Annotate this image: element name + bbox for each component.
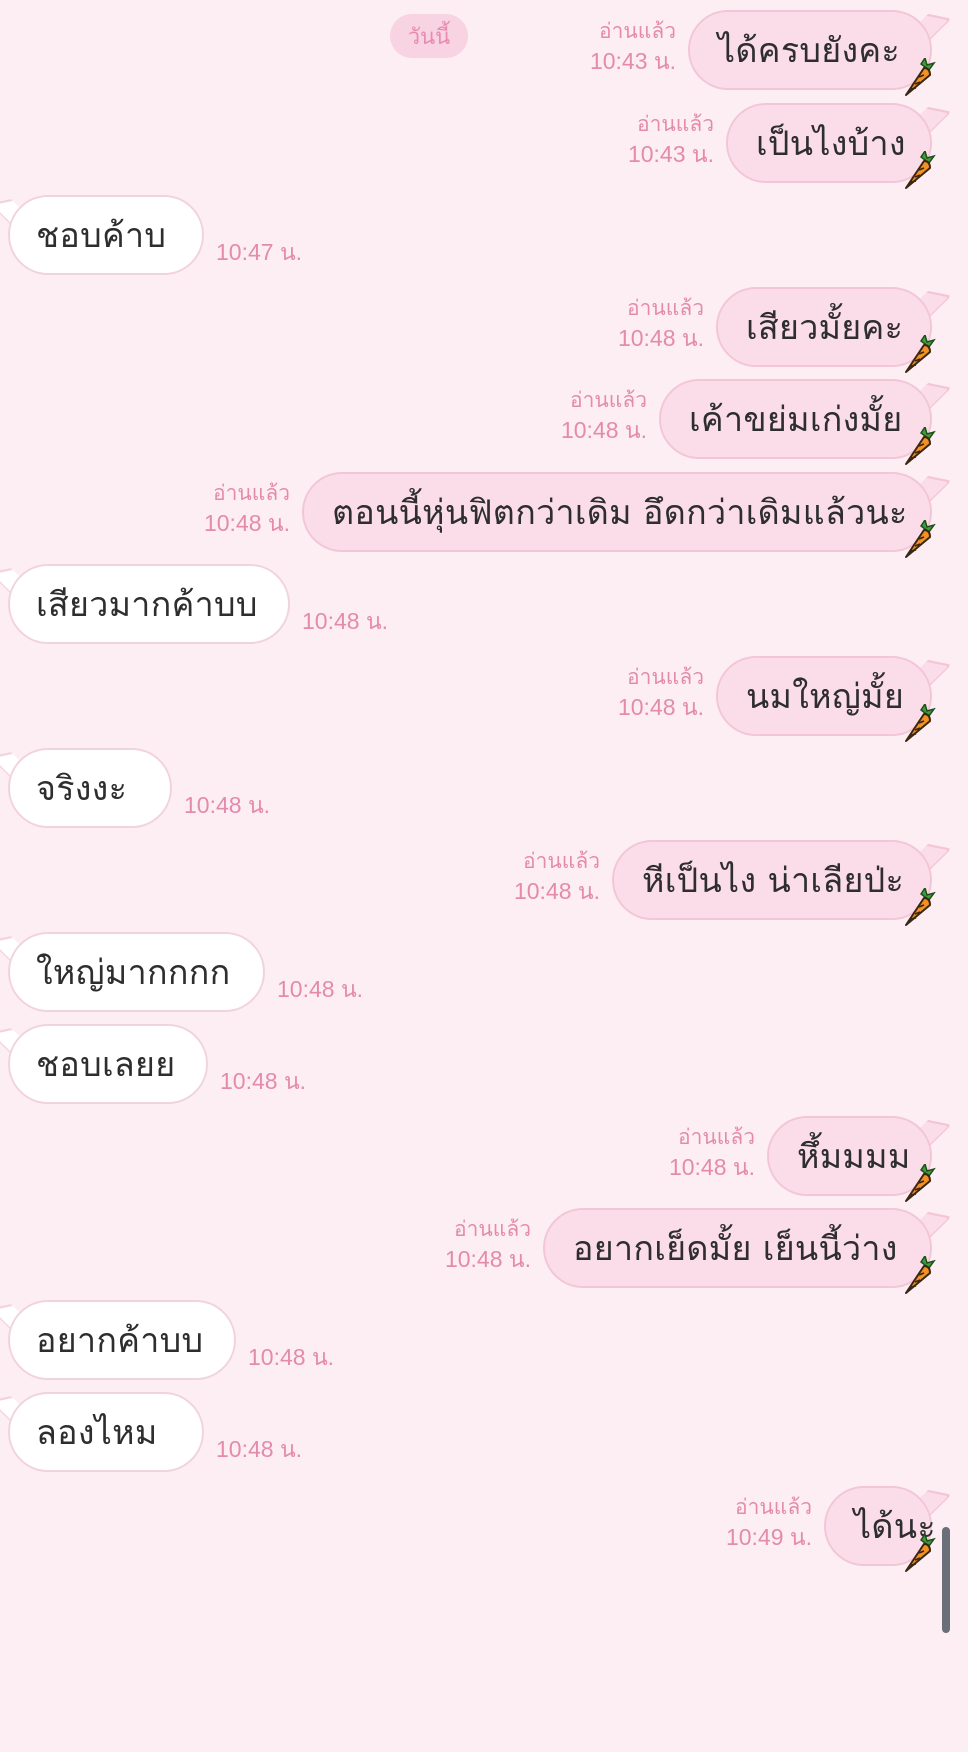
outgoing-message-bubble[interactable]: ตอนนี้หุ่นฟิตกว่าเดิม อึดกว่าเดิมแล้วนะ: [302, 472, 936, 558]
incoming-message-bubble[interactable]: อยากค้าบบ: [8, 1300, 236, 1380]
message-text: เสียวมั้ยคะ: [746, 308, 904, 348]
message-meta: อ่านแล้ว 10:48 น.: [561, 387, 647, 445]
incoming-message-bubble[interactable]: ใหญ่มากกกก: [8, 932, 265, 1012]
outgoing-message-bubble[interactable]: อยากเย็ดมั้ย เย็นนี้ว่าง: [543, 1208, 936, 1294]
message-timestamp: 10:48 น.: [513, 878, 600, 904]
message-timestamp: 10:48 น.: [203, 510, 290, 536]
read-receipt: อ่านแล้ว: [735, 1496, 812, 1519]
carrot-icon: [905, 1534, 936, 1572]
message-text: เค้าขย่มเก่งมั้ย: [689, 400, 903, 440]
outgoing-message-bubble[interactable]: เค้าขย่มเก่งมั้ย: [659, 379, 936, 465]
message-text: ตอนนี้หุ่นฟิตกว่าเดิม อึดกว่าเดิมแล้วนะ: [332, 493, 908, 533]
read-receipt: อ่านแล้ว: [570, 389, 647, 412]
outgoing-message-bubble[interactable]: ได้นะ: [824, 1486, 936, 1572]
message-timestamp: 10:48 น.: [444, 1246, 531, 1272]
message-timestamp: 10:48 น.: [184, 792, 271, 818]
message-text: จริงงะ: [36, 769, 128, 809]
message-timestamp: 10:48 น.: [248, 1344, 335, 1370]
message-meta: อ่านแล้ว 10:48 น.: [204, 480, 290, 538]
message-meta: อ่านแล้ว 10:43 น.: [590, 18, 676, 76]
message-timestamp: 10:48 น.: [220, 1068, 307, 1094]
message-text: ชอบเลยย: [36, 1045, 176, 1085]
read-receipt: อ่านแล้ว: [627, 666, 704, 689]
message-timestamp: 10:48 น.: [277, 976, 364, 1002]
read-receipt: อ่านแล้ว: [637, 113, 714, 136]
carrot-icon: [905, 427, 936, 465]
message-meta: อ่านแล้ว 10:43 น.: [628, 111, 714, 169]
carrot-icon: [905, 520, 936, 558]
carrot-icon: [905, 58, 936, 96]
message-text: ได้ครบยังคะ: [718, 31, 900, 71]
read-receipt: อ่านแล้ว: [678, 1126, 755, 1149]
message-timestamp: 10:48 น.: [216, 1436, 303, 1462]
scrollbar[interactable]: [942, 1527, 950, 1633]
message-text: หีเป็นไง น่าเลียป่ะ: [642, 861, 905, 901]
read-receipt: อ่านแล้ว: [454, 1218, 531, 1241]
read-receipt: อ่านแล้ว: [213, 482, 290, 505]
chat-area[interactable]: วันนี้ อ่านแล้ว 10:43 น. ได้ครบยังคะ อ่านแล…: [0, 0, 968, 1752]
incoming-message-bubble[interactable]: จริงงะ: [8, 748, 172, 828]
message-timestamp: 10:49 น.: [725, 1524, 812, 1550]
message-timestamp: 10:43 น.: [589, 48, 676, 74]
incoming-message-bubble[interactable]: เสียวมากค้าบบ: [8, 564, 290, 644]
message-timestamp: 10:43 น.: [627, 141, 714, 167]
outgoing-message-bubble[interactable]: หึ้มมมม: [767, 1116, 936, 1202]
carrot-icon: [905, 888, 936, 926]
read-receipt: อ่านแล้ว: [599, 20, 676, 43]
message-text: ลองไหม: [36, 1413, 158, 1453]
carrot-icon: [905, 704, 936, 742]
outgoing-message-bubble[interactable]: หีเป็นไง น่าเลียป่ะ: [612, 840, 936, 926]
read-receipt: อ่านแล้ว: [627, 297, 704, 320]
message-timestamp: 10:48 น.: [560, 417, 647, 443]
message-meta: อ่านแล้ว 10:49 น.: [726, 1494, 812, 1552]
message-text: ใหญ่มากกกก: [36, 953, 231, 993]
message-text: เป็นไงบ้าง: [756, 124, 906, 164]
carrot-icon: [905, 335, 936, 373]
message-timestamp: 10:48 น.: [617, 694, 704, 720]
outgoing-message-bubble[interactable]: เป็นไงบ้าง: [726, 103, 936, 189]
incoming-message-bubble[interactable]: ชอบเลยย: [8, 1024, 208, 1104]
incoming-message-bubble[interactable]: ชอบค้าบ: [8, 195, 204, 275]
carrot-icon: [905, 151, 936, 189]
message-meta: อ่านแล้ว 10:48 น.: [618, 664, 704, 722]
message-text: หึ้มมมม: [797, 1137, 911, 1177]
message-text: เสียวมากค้าบบ: [36, 585, 258, 625]
message-timestamp: 10:48 น.: [302, 608, 389, 634]
read-receipt: อ่านแล้ว: [523, 850, 600, 873]
message-text: ชอบค้าบ: [36, 216, 167, 256]
incoming-message-bubble[interactable]: ลองไหม: [8, 1392, 204, 1472]
date-divider: วันนี้: [390, 14, 468, 58]
message-timestamp: 10:48 น.: [668, 1154, 755, 1180]
message-text: อยากค้าบบ: [36, 1321, 204, 1361]
carrot-icon: [905, 1256, 936, 1294]
message-meta: อ่านแล้ว 10:48 น.: [514, 848, 600, 906]
outgoing-message-bubble[interactable]: ได้ครบยังคะ: [688, 10, 936, 96]
message-meta: อ่านแล้ว 10:48 น.: [445, 1216, 531, 1274]
carrot-icon: [905, 1164, 936, 1202]
outgoing-message-bubble[interactable]: เสียวมั้ยคะ: [716, 287, 936, 373]
message-meta: อ่านแล้ว 10:48 น.: [618, 295, 704, 353]
message-text: นมใหญ่มั้ย: [746, 677, 905, 717]
message-text: อยากเย็ดมั้ย เย็นนี้ว่าง: [573, 1229, 898, 1269]
message-timestamp: 10:48 น.: [617, 325, 704, 351]
message-timestamp: 10:47 น.: [216, 239, 303, 265]
outgoing-message-bubble[interactable]: นมใหญ่มั้ย: [716, 656, 936, 742]
message-meta: อ่านแล้ว 10:48 น.: [669, 1124, 755, 1182]
